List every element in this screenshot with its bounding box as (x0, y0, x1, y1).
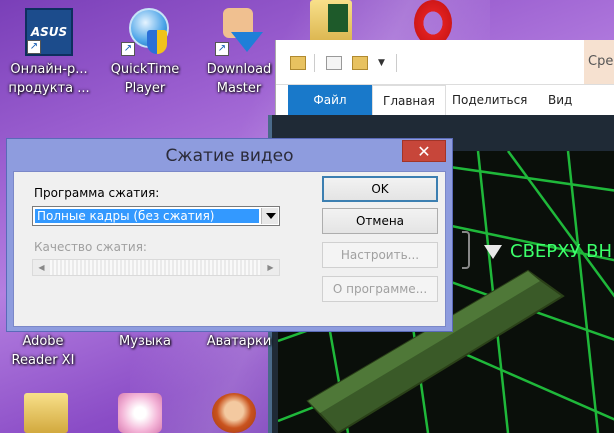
shortcut-arrow-icon: ↗ (27, 40, 41, 54)
properties-icon[interactable] (326, 56, 342, 70)
music-folder-icon[interactable] (118, 393, 162, 433)
new-folder-icon[interactable] (352, 56, 368, 70)
toolbar-separator (314, 54, 315, 72)
folder-icon[interactable] (290, 56, 306, 70)
desktop-icon-label: QuickTime (110, 62, 180, 77)
compressor-select[interactable]: Полные кадры (без сжатия) (32, 206, 280, 226)
chevron-down-icon[interactable]: ▼ (378, 58, 385, 68)
quick-access-toolbar: ▼ Сре (276, 40, 614, 84)
explorer-window: ▼ Сре Файл Главная Поделиться Вид (275, 40, 614, 116)
bracket-icon (462, 231, 470, 269)
toolbar-separator (396, 54, 397, 72)
desktop-icon-music[interactable]: Музыка (102, 332, 188, 351)
desktop-icon-label: Adobe (22, 334, 64, 349)
about-button[interactable]: О программе... (322, 276, 438, 302)
dialog-title: Сжатие видео (165, 146, 294, 166)
desktop-icon-label: Онлайн-р... (10, 62, 88, 77)
desktop-icon-quicktime[interactable]: ↗ QuickTime Player (102, 8, 188, 98)
avatar-icon[interactable] (212, 393, 256, 433)
quality-label: Качество сжатия: (34, 240, 147, 254)
configure-button[interactable]: Настроить... (322, 242, 438, 268)
chevron-down-icon[interactable] (261, 208, 278, 224)
compressor-label: Программа сжатия: (34, 186, 160, 200)
quicktime-icon: ↗ (121, 8, 169, 56)
tab-share[interactable]: Поделиться (442, 85, 537, 116)
tab-view[interactable]: Вид (538, 85, 582, 116)
desktop-icon-label: продукта ... (8, 81, 90, 96)
shortcut-arrow-icon: ↗ (121, 42, 135, 56)
close-button[interactable]: ✕ (402, 140, 446, 162)
folder-icon[interactable] (24, 393, 68, 433)
triangle-down-icon (484, 245, 502, 259)
desktop-icon-label: Master (216, 81, 262, 96)
ok-button[interactable]: OK (322, 176, 438, 202)
dialog-client-area: Программа сжатия: Полные кадры (без сжат… (13, 171, 446, 327)
desktop-icon-download-master[interactable]: ↗ Download Master (196, 8, 282, 98)
tab-file[interactable]: Файл (288, 85, 372, 116)
desktop-icon-label: Reader XI (11, 353, 75, 368)
desktop-icon-label: Download (206, 62, 272, 77)
desktop-icon-label: Player (124, 81, 166, 96)
cancel-button[interactable]: Отмена (322, 208, 438, 234)
arrow-right-icon[interactable]: ▶ (262, 260, 279, 275)
desktop-icon-label: Аватарки (206, 334, 272, 349)
window-title: Сре (584, 40, 614, 84)
desktop-icon-label: Музыка (119, 334, 171, 349)
download-master-icon: ↗ (215, 8, 263, 56)
shield-icon (147, 30, 167, 54)
desktop-icon-adobe-reader[interactable]: Adobe Reader XI (0, 332, 86, 370)
dialog-titlebar[interactable]: Сжатие видео ✕ (7, 139, 452, 171)
slider-track[interactable] (50, 260, 262, 275)
video-compression-dialog: Сжатие видео ✕ Программа сжатия: Полные … (6, 138, 453, 332)
game-text: СВЕРХУ ВН (510, 241, 613, 262)
quality-slider[interactable]: ◀ ▶ (32, 259, 280, 276)
compressor-selected-value: Полные кадры (без сжатия) (35, 209, 259, 223)
desktop-icon-asus[interactable]: ASUS ↗ Онлайн-р... продукта ... (6, 8, 92, 98)
arrow-left-icon[interactable]: ◀ (33, 260, 50, 275)
asus-icon: ASUS ↗ (25, 8, 73, 56)
desktop-icon-avatars[interactable]: Аватарки (196, 332, 282, 351)
shortcut-arrow-icon: ↗ (215, 42, 229, 56)
ribbon-tabs: Файл Главная Поделиться Вид (276, 84, 614, 116)
tab-home[interactable]: Главная (372, 85, 446, 116)
